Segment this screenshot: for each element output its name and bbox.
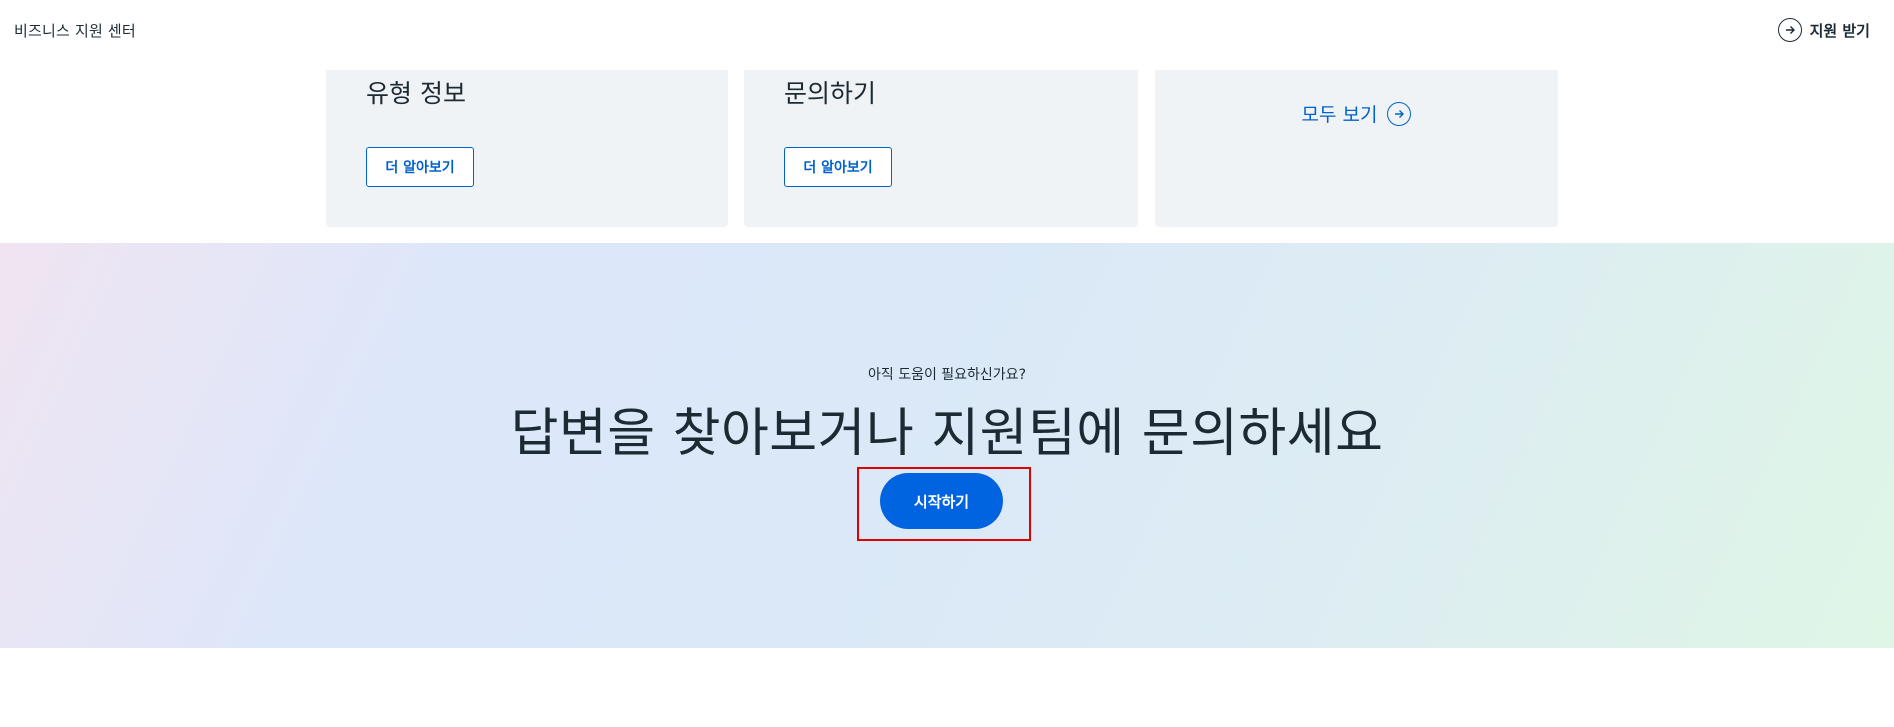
learn-more-button[interactable]: 더 알아보기 bbox=[784, 147, 892, 187]
learn-more-button[interactable]: 더 알아보기 bbox=[366, 147, 474, 187]
see-all-link[interactable]: 모두 보기 bbox=[1155, 100, 1558, 127]
arrow-right-circle-icon bbox=[1387, 101, 1412, 126]
card-see-all: 모두 보기 bbox=[1155, 70, 1558, 227]
get-started-button[interactable]: 시작하기 bbox=[880, 473, 1003, 529]
card-row: 유형 정보 더 알아보기 문의하기 더 알아보기 모두 보기 bbox=[326, 70, 1558, 227]
get-support-link[interactable]: 지원 받기 bbox=[1777, 18, 1870, 42]
hero-title: 답변을 찾아보거나 지원팀에 문의하세요 bbox=[510, 404, 1384, 464]
card-type-info: 유형 정보 더 알아보기 bbox=[326, 70, 728, 227]
arrow-right-circle-icon bbox=[1777, 18, 1802, 42]
help-hero-section: 아직 도움이 필요하신가요? 답변을 찾아보거나 지원팀에 문의하세요 시작하기 bbox=[0, 243, 1894, 648]
see-all-label: 모두 보기 bbox=[1301, 104, 1378, 126]
card-title: 유형 정보 bbox=[366, 79, 466, 108]
card-contact: 문의하기 더 알아보기 bbox=[744, 70, 1138, 227]
hero-subtitle: 아직 도움이 필요하신가요? bbox=[867, 367, 1026, 383]
brand-title[interactable]: 비즈니스 지원 센터 bbox=[14, 20, 136, 41]
get-support-label: 지원 받기 bbox=[1809, 21, 1870, 40]
top-header: 비즈니스 지원 센터 지원 받기 bbox=[0, 0, 1894, 62]
card-title: 문의하기 bbox=[784, 79, 877, 108]
